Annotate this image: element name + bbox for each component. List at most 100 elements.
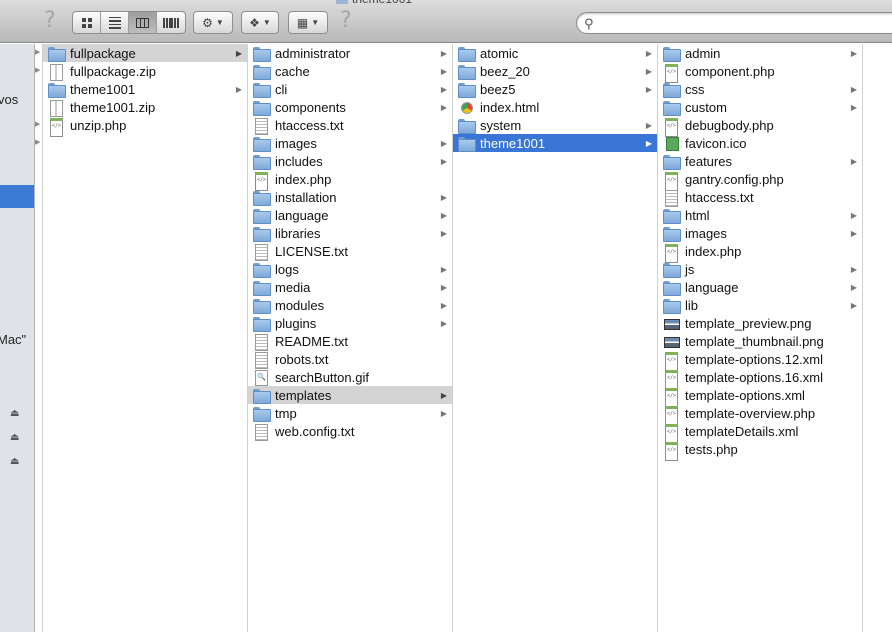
file-item[interactable]: debugbody.php — [658, 116, 862, 137]
file-item[interactable]: js ▶ — [658, 260, 862, 278]
file-item[interactable]: images ▶ — [248, 134, 452, 152]
file-item[interactable]: custom ▶ — [658, 98, 862, 116]
file-item[interactable]: media ▶ — [248, 278, 452, 296]
file-name: template-options.16.xml — [685, 369, 824, 385]
file-item[interactable]: template-options.12.xml — [658, 350, 862, 371]
file-item[interactable]: system ▶ — [453, 116, 657, 134]
file-item[interactable]: theme1001 ▶ — [43, 80, 247, 98]
file-item[interactable]: beez5 ▶ — [453, 80, 657, 98]
file-item[interactable]: searchButton.gif — [248, 368, 452, 386]
file-item[interactable]: template-overview.php — [658, 404, 862, 425]
file-item[interactable]: cli ▶ — [248, 80, 452, 98]
php-icon — [663, 441, 679, 461]
folder-icon — [663, 46, 681, 62]
file-item[interactable]: html ▶ — [658, 206, 862, 224]
file-item[interactable]: modules ▶ — [248, 296, 452, 314]
disclosure-arrow-icon: ▶ — [440, 282, 447, 292]
search-field[interactable]: ⚲ — [576, 12, 892, 34]
file-item[interactable]: htaccess.txt — [658, 188, 862, 207]
file-item[interactable]: index.php — [248, 170, 452, 191]
file-item[interactable]: template_preview.png — [658, 314, 862, 332]
file-item[interactable]: lib ▶ — [658, 296, 862, 314]
sidebar-selected-item[interactable] — [0, 185, 34, 208]
folder-icon — [253, 388, 271, 404]
file-item[interactable]: favicon.ico — [658, 134, 862, 152]
file-item[interactable]: administrator ▶ — [248, 44, 452, 62]
file-item[interactable]: language ▶ — [658, 278, 862, 296]
file-item[interactable]: gantry.config.php — [658, 170, 862, 191]
file-item[interactable]: installation ▶ — [248, 188, 452, 206]
file-name: theme1001 — [70, 81, 136, 97]
file-item[interactable]: templates ▶ — [248, 386, 452, 404]
dropbox-button[interactable]: ❖ ▼ — [241, 11, 279, 34]
file-item[interactable]: tests.php — [658, 440, 862, 461]
help-icon[interactable]: ? — [44, 8, 56, 33]
file-name: beez5 — [480, 81, 516, 97]
file-item[interactable]: css ▶ — [658, 80, 862, 98]
php-icon — [663, 351, 679, 371]
file-item[interactable]: templateDetails.xml — [658, 422, 862, 443]
icon-view-button[interactable] — [73, 12, 101, 33]
arrange-button[interactable]: ▦ ▼ — [288, 11, 328, 34]
file-name: template_thumbnail.png — [685, 333, 824, 349]
eject-icon[interactable]: ⏏ — [10, 456, 19, 467]
file-list: admin ▶ component.php css ▶ custom ▶ debugbody.… — [658, 44, 862, 461]
file-item[interactable]: template-options.16.xml — [658, 368, 862, 389]
action-menu-button[interactable]: ⚙ ▼ — [193, 11, 233, 34]
file-item[interactable]: theme1001.zip — [43, 98, 247, 117]
php-icon — [663, 387, 679, 407]
file-item[interactable]: includes ▶ — [248, 152, 452, 170]
folder-icon — [663, 262, 681, 278]
help-icon[interactable]: ? — [340, 8, 352, 33]
file-item[interactable]: language ▶ — [248, 206, 452, 224]
file-item[interactable]: tmp ▶ — [248, 404, 452, 422]
file-item[interactable]: fullpackage ▶ — [43, 44, 247, 62]
file-list: fullpackage ▶ fullpackage.zip theme1001 ▶ the… — [43, 44, 247, 137]
file-name: includes — [275, 153, 323, 169]
file-name: admin — [685, 45, 721, 61]
file-item[interactable]: fullpackage.zip — [43, 62, 247, 81]
file-item[interactable]: template-options.xml — [658, 386, 862, 407]
file-item[interactable]: LICENSE.txt — [248, 242, 452, 261]
file-item[interactable]: template_thumbnail.png — [658, 332, 862, 350]
disclosure-arrow-icon: ▶ — [850, 300, 857, 310]
file-item[interactable]: theme1001 ▶ — [453, 134, 657, 152]
disclosure-arrow-icon: ▶ — [440, 192, 447, 202]
file-item[interactable]: admin ▶ — [658, 44, 862, 62]
file-item[interactable]: component.php — [658, 62, 862, 83]
arrange-grid-icon: ▦ — [296, 15, 309, 30]
file-item[interactable]: atomic ▶ — [453, 44, 657, 62]
eject-icon[interactable]: ⏏ — [10, 432, 19, 443]
html-icon — [458, 100, 474, 115]
file-item[interactable]: web.config.txt — [248, 422, 452, 441]
file-item[interactable]: htaccess.txt — [248, 116, 452, 135]
file-item[interactable]: libraries ▶ — [248, 224, 452, 242]
file-item[interactable]: README.txt — [248, 332, 452, 351]
disclosure-arrow-icon: ▶ — [440, 156, 447, 166]
disclosure-arrow-icon: ▶ — [440, 84, 447, 94]
file-item[interactable]: robots.txt — [248, 350, 452, 369]
file-item[interactable]: beez_20 ▶ — [453, 62, 657, 80]
file-item[interactable]: plugins ▶ — [248, 314, 452, 332]
file-name: beez_20 — [480, 63, 530, 79]
file-item[interactable]: components ▶ — [248, 98, 452, 116]
disclosure-arrow-icon: ▶ — [645, 48, 652, 58]
file-item[interactable]: unzip.php — [43, 116, 247, 137]
sidebar-item-clipped[interactable]: vos — [0, 92, 18, 107]
disclosure-arrow-icon: ▶ — [850, 210, 857, 220]
sidebar-item-clipped[interactable]: Mac" — [0, 332, 26, 347]
file-item[interactable]: logs ▶ — [248, 260, 452, 278]
file-item[interactable]: images ▶ — [658, 224, 862, 242]
folder-icon — [663, 82, 681, 98]
coverflow-view-button[interactable] — [157, 12, 185, 33]
collapsed-column-edge[interactable]: ▶ ▶ ▶ ▶ — [35, 44, 43, 632]
eject-icon[interactable]: ⏏ — [10, 408, 19, 419]
file-item[interactable]: index.php — [658, 242, 862, 263]
list-view-button[interactable] — [101, 12, 129, 33]
file-item[interactable]: cache ▶ — [248, 62, 452, 80]
file-item[interactable]: features ▶ — [658, 152, 862, 170]
column-view-button[interactable] — [129, 12, 157, 33]
columns-icon — [136, 17, 149, 28]
disclosure-arrow-icon: ▶ — [645, 120, 652, 130]
file-item[interactable]: index.html — [453, 98, 657, 116]
